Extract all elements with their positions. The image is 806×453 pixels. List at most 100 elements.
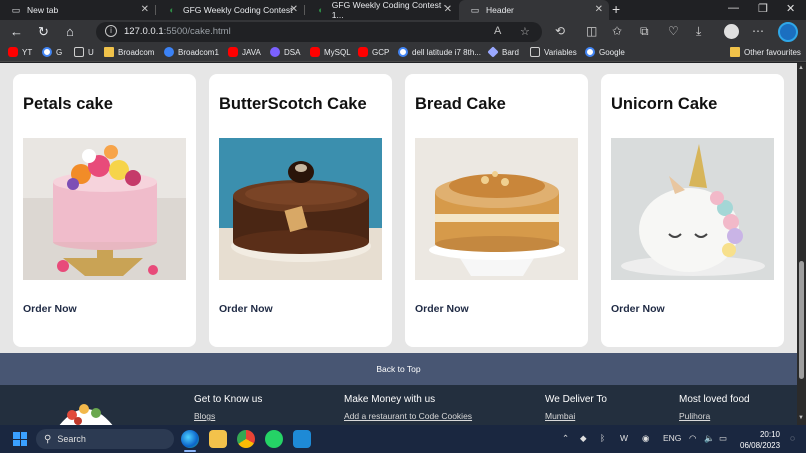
- cake-card: Petals cake Order Now: [13, 74, 196, 347]
- tab-title: GFG Weekly Coding Contest - 1...: [331, 0, 447, 20]
- minimize-icon[interactable]: —: [728, 2, 739, 14]
- page-scrollbar[interactable]: ▲ ▼: [797, 63, 806, 425]
- bookmark-dell[interactable]: dell latitude i7 8th...: [398, 47, 481, 57]
- taskbar-search[interactable]: ⚲ Search: [36, 429, 174, 449]
- language-indicator[interactable]: ENG: [663, 433, 681, 443]
- downloads-icon[interactable]: ⤓: [696, 24, 701, 39]
- youtube-icon: [310, 47, 320, 57]
- tab-strip: ▭ New tab ✕ ◐ GFG Weekly Coding Contest …: [0, 0, 806, 20]
- tray-chevron-icon[interactable]: ⌃: [562, 433, 569, 444]
- petals-cake-image: [23, 138, 186, 280]
- new-tab-button[interactable]: +: [612, 1, 620, 17]
- tab-gfg-contest[interactable]: ◐ GFG Weekly Coding Contest ✕: [156, 0, 304, 20]
- bookmark-yt[interactable]: YT: [8, 47, 32, 57]
- bookmark-mysql[interactable]: MySQL: [310, 47, 351, 57]
- reload-icon[interactable]: ↻: [38, 24, 49, 40]
- gfg-icon: ◐: [169, 5, 175, 15]
- restore-icon[interactable]: ❐: [758, 2, 768, 15]
- windows-start-icon[interactable]: [13, 432, 27, 446]
- order-now-button[interactable]: Order Now: [415, 303, 469, 315]
- folder-icon: [730, 47, 740, 57]
- order-now-button[interactable]: Order Now: [219, 303, 273, 315]
- close-tab-icon[interactable]: ✕: [595, 4, 603, 15]
- close-tab-icon[interactable]: ✕: [290, 4, 298, 15]
- favorites-icon[interactable]: ✩: [612, 24, 622, 38]
- volume-icon[interactable]: 🔈: [704, 433, 715, 444]
- bluetooth-icon[interactable]: ᛒ: [600, 433, 605, 443]
- close-tab-icon[interactable]: ✕: [444, 4, 452, 15]
- bread-cake-image: [415, 138, 578, 280]
- wifi-icon[interactable]: ◠: [689, 433, 696, 444]
- scroll-up-icon[interactable]: ▲: [798, 65, 804, 71]
- site-info-icon[interactable]: i: [105, 25, 117, 37]
- footer-column-about: Get to Know us Blogs: [194, 394, 262, 421]
- footer-link[interactable]: Add a restaurant to Code Cookies: [344, 411, 472, 421]
- footer-link[interactable]: Mumbai: [545, 411, 607, 421]
- favorite-star-icon[interactable]: ☆: [520, 25, 530, 38]
- back-to-top-button[interactable]: Back to Top: [0, 353, 797, 385]
- site-logo: [56, 397, 116, 425]
- bookmark-broadcom1[interactable]: Broadcom1: [164, 47, 219, 57]
- close-window-icon[interactable]: ✕: [786, 2, 795, 15]
- youtube-icon: [8, 47, 18, 57]
- word-icon[interactable]: W: [620, 433, 628, 443]
- chrome-app-icon[interactable]: [237, 430, 255, 448]
- close-tab-icon[interactable]: ✕: [141, 4, 149, 15]
- profile-avatar[interactable]: [724, 24, 739, 39]
- battery-icon[interactable]: ▭: [719, 433, 727, 444]
- other-favourites[interactable]: Other favourites: [730, 47, 801, 57]
- tab-gfg-contest-2[interactable]: ◐ GFG Weekly Coding Contest - 1... ✕: [305, 0, 458, 20]
- bookmark-google[interactable]: Google: [585, 47, 625, 57]
- folder-icon: [104, 47, 114, 57]
- bookmark-g[interactable]: G: [42, 47, 62, 57]
- footer-heading: Make Money with us: [344, 394, 436, 405]
- vscode-icon[interactable]: [293, 430, 311, 448]
- notifications-icon[interactable]: ◌: [790, 433, 795, 443]
- footer-link[interactable]: Blogs: [194, 411, 262, 421]
- url-text[interactable]: 127.0.0.1:5500/cake.html: [124, 26, 231, 37]
- scrollbar-thumb[interactable]: [799, 261, 804, 379]
- footer-heading: Get to Know us: [194, 394, 263, 405]
- dsa-icon: [270, 47, 280, 57]
- home-icon[interactable]: ⌂: [66, 24, 74, 39]
- bookmark-variables[interactable]: Variables: [530, 47, 577, 57]
- edge-app-icon[interactable]: [181, 430, 199, 448]
- youtube-icon: [358, 47, 368, 57]
- site-footer: Get to Know us Blogs Make Money with us …: [0, 385, 797, 425]
- order-now-button[interactable]: Order Now: [23, 303, 77, 315]
- split-screen-icon[interactable]: ◫: [586, 24, 597, 38]
- bookmark-broadcom[interactable]: Broadcom: [104, 47, 154, 57]
- back-icon[interactable]: ←: [10, 24, 23, 39]
- bookmark-java[interactable]: JAVA: [228, 47, 261, 57]
- whatsapp-icon[interactable]: [265, 430, 283, 448]
- card-title: Unicorn Cake: [611, 95, 718, 113]
- read-aloud-icon[interactable]: A: [494, 25, 501, 37]
- collections-icon[interactable]: ⧉: [640, 24, 649, 39]
- scroll-down-icon[interactable]: ▼: [798, 415, 804, 421]
- extensions-icon[interactable]: ⟲: [555, 24, 565, 38]
- browser-toolbar: ← ↻ ⌂ i 127.0.0.1:5500/cake.html A ☆ ⟲ ◫…: [0, 20, 806, 44]
- tray-app-icon[interactable]: ◆: [580, 433, 587, 444]
- file-explorer-icon[interactable]: [209, 430, 227, 448]
- order-now-button[interactable]: Order Now: [611, 303, 665, 315]
- unicorn-cake-image: [611, 138, 774, 280]
- bard-icon: [487, 46, 499, 58]
- tab-header[interactable]: ▭ Header ✕: [459, 0, 609, 20]
- footer-link[interactable]: Pulihora: [679, 411, 750, 421]
- search-icon: ⚲: [44, 433, 52, 445]
- cake-card: ButterScotch Cake Order Now: [209, 74, 392, 347]
- system-clock[interactable]: 20:10 06/08/2023: [740, 429, 780, 451]
- youtube-icon: [228, 47, 238, 57]
- bookmark-bard[interactable]: Bard: [487, 46, 519, 58]
- address-bar[interactable]: i 127.0.0.1:5500/cake.html A ☆: [96, 22, 542, 42]
- bookmark-gcp[interactable]: GCP: [358, 47, 389, 57]
- tray-status-icon[interactable]: ◉: [642, 433, 649, 444]
- tab-new-tab[interactable]: ▭ New tab ✕: [0, 0, 155, 20]
- cake-card: Bread Cake Order Now: [405, 74, 588, 347]
- bookmark-dsa[interactable]: DSA: [270, 47, 300, 57]
- tab-title: GFG Weekly Coding Contest: [183, 5, 293, 15]
- copilot-icon[interactable]: [778, 22, 798, 42]
- bookmark-u[interactable]: U: [74, 47, 94, 57]
- more-menu-icon[interactable]: ⋯: [752, 24, 764, 38]
- browser-essentials-icon[interactable]: ♡: [668, 24, 679, 38]
